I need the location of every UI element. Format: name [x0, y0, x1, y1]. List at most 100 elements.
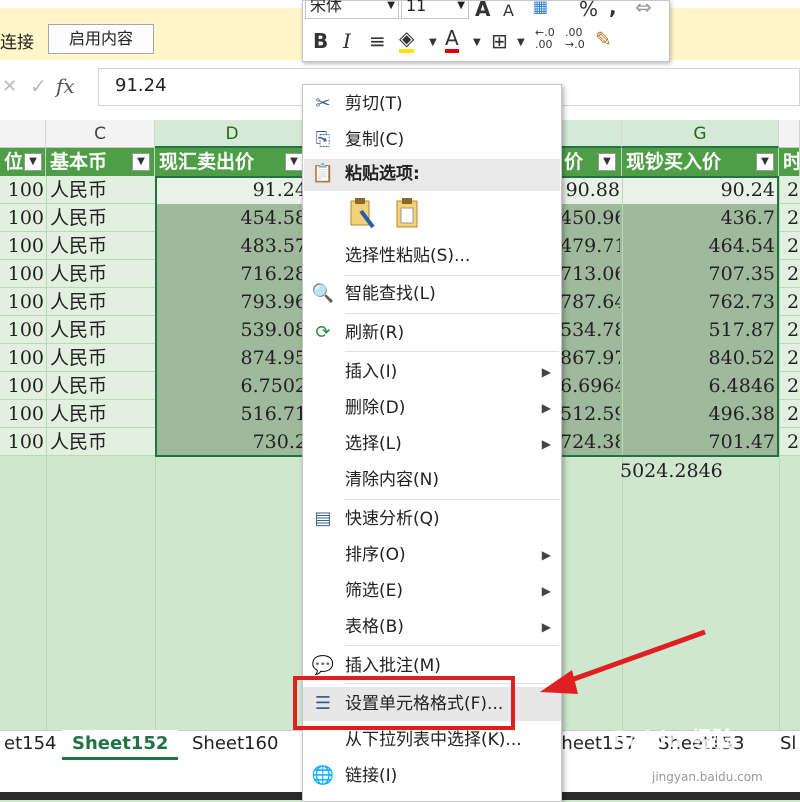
cell-unit[interactable]: 100 [0, 232, 44, 260]
cell-base-currency[interactable]: 人民币 [50, 176, 155, 204]
cell-spot-selling[interactable]: 539.08 [155, 316, 307, 344]
comma-icon[interactable]: , [609, 0, 617, 19]
cancel-icon[interactable]: ✕ [2, 76, 17, 97]
enable-content-button[interactable]: 启用内容 [48, 24, 154, 54]
cell-time[interactable]: 2 [787, 372, 800, 400]
cell-spot-selling[interactable]: 483.57 [155, 232, 307, 260]
cell-unit[interactable]: 100 [0, 344, 44, 372]
menu-item-delete[interactable]: 删除(D) ▶ [303, 391, 561, 425]
filter-dropdown-icon[interactable]: ▼ [598, 153, 616, 171]
percent-icon[interactable]: % [579, 0, 598, 21]
header-cell-base-currency[interactable]: 基本币 ▼ [46, 148, 155, 176]
menu-item-insert[interactable]: 插入(I) ▶ [303, 355, 561, 389]
merge-icon[interactable]: ⇔ [635, 0, 652, 19]
enter-icon[interactable]: ✓ [30, 74, 47, 98]
menu-item-quick-analysis[interactable]: ▤ 快速分析(Q) [303, 502, 561, 536]
cell-time[interactable]: 2 [787, 400, 800, 428]
column-header-d[interactable]: D [155, 120, 310, 148]
filter-dropdown-icon[interactable]: ▼ [756, 153, 774, 171]
cell-spot-selling[interactable]: 516.71 [155, 400, 307, 428]
menu-item-sort[interactable]: 排序(O) ▶ [303, 538, 561, 572]
cell-base-currency[interactable]: 人民币 [50, 204, 155, 232]
cell-unit[interactable]: 100 [0, 288, 44, 316]
cell-time[interactable]: 2 [787, 344, 800, 372]
cell-base-currency[interactable]: 人民币 [50, 428, 155, 456]
cell-spot-selling[interactable]: 874.95 [155, 344, 307, 372]
cell-base-currency[interactable]: 人民币 [50, 372, 155, 400]
fill-color-icon[interactable]: ◈ [399, 27, 415, 53]
column-header-g[interactable]: G [622, 120, 779, 148]
cell-unit[interactable]: 100 [0, 428, 44, 456]
cell-price[interactable]: 534.78 [560, 316, 620, 344]
cell-price[interactable]: 90.88 [560, 176, 620, 204]
menu-item-select[interactable]: 选择(L) ▶ [303, 427, 561, 461]
font-color-icon[interactable]: A [445, 27, 459, 53]
cell-cash-buying[interactable]: 90.24 [622, 176, 775, 204]
font-size-box[interactable]: 11 ▼ [401, 0, 469, 19]
cell-cash-buying[interactable]: 707.35 [622, 260, 775, 288]
italic-icon[interactable]: I [343, 29, 351, 53]
menu-item-cut[interactable]: ✂ 剪切(T) [303, 87, 561, 121]
fill-color-dropdown-icon[interactable]: ▼ [429, 31, 437, 55]
menu-item-filter[interactable]: 筛选(E) ▶ [303, 574, 561, 608]
sheet-tab[interactable]: et154 [0, 730, 67, 760]
sheet-tab[interactable]: Sheet160 [182, 730, 288, 760]
format-painter-icon[interactable]: ✎ [595, 27, 612, 51]
cell-time[interactable]: 2 [787, 260, 800, 288]
column-header-c[interactable]: C [46, 120, 155, 148]
cell-price[interactable]: 479.71 [560, 232, 620, 260]
font-name-box[interactable]: 宋体 ▼ [305, 0, 399, 19]
filter-dropdown-icon[interactable]: ▼ [24, 153, 42, 171]
cell-unit[interactable]: 100 [0, 400, 44, 428]
cell-price[interactable]: 6.6964 [560, 372, 620, 400]
cell-time[interactable]: 2 [787, 428, 800, 456]
cell-time[interactable]: 2 [787, 288, 800, 316]
cell-cash-buying[interactable]: 701.47 [622, 428, 775, 456]
cell-time[interactable]: 2 [787, 176, 800, 204]
header-cell-spot-selling[interactable]: 现汇卖出价 ▼ [155, 148, 310, 176]
cell-base-currency[interactable]: 人民币 [50, 344, 155, 372]
column-header-b[interactable] [0, 120, 46, 148]
cell-cash-buying[interactable]: 517.87 [622, 316, 775, 344]
cell-cash-buying[interactable]: 436.7 [622, 204, 775, 232]
cell-price[interactable]: 713.06 [560, 260, 620, 288]
borders-icon[interactable]: ⊞ [491, 29, 508, 53]
increase-decimal-icon[interactable]: ←.0.00 [535, 27, 555, 51]
header-cell-time[interactable]: 时 [779, 148, 800, 176]
cell-base-currency[interactable]: 人民币 [50, 288, 155, 316]
align-center-icon[interactable]: ≡ [369, 29, 386, 53]
cell-spot-selling[interactable]: 454.58 [155, 204, 307, 232]
cell-base-currency[interactable]: 人民币 [50, 260, 155, 288]
sum-cell[interactable]: 5024.2846 [620, 460, 723, 482]
menu-item-link[interactable]: 🌐 链接(I) [303, 759, 561, 793]
cell-spot-selling[interactable]: 716.28 [155, 260, 307, 288]
cell-spot-selling[interactable]: 793.96 [155, 288, 307, 316]
cell-cash-buying[interactable]: 496.38 [622, 400, 775, 428]
cell-cash-buying[interactable]: 6.4846 [622, 372, 775, 400]
filter-dropdown-icon[interactable]: ▼ [132, 153, 150, 171]
cell-base-currency[interactable]: 人民币 [50, 400, 155, 428]
currency-format-icon[interactable]: ▦ [533, 0, 548, 19]
cell-unit[interactable]: 100 [0, 372, 44, 400]
cell-time[interactable]: 2 [787, 204, 800, 232]
cell-cash-buying[interactable]: 762.73 [622, 288, 775, 316]
decrease-font-icon[interactable]: A [503, 0, 514, 23]
cell-price[interactable]: 450.96 [560, 204, 620, 232]
cell-price[interactable]: 724.38 [560, 428, 620, 456]
cell-spot-selling[interactable]: 91.24 [155, 176, 307, 204]
cell-spot-selling[interactable]: 6.7502 [155, 372, 307, 400]
column-header-h[interactable] [779, 120, 800, 148]
header-cell-price[interactable]: 价 ▼ [560, 148, 622, 176]
cell-cash-buying[interactable]: 464.54 [622, 232, 775, 260]
paste-formatting-icon[interactable] [347, 197, 377, 229]
menu-item-clear-contents[interactable]: 清除内容(N) [303, 463, 561, 497]
cell-time[interactable]: 2 [787, 316, 800, 344]
borders-dropdown-icon[interactable]: ▼ [517, 31, 525, 55]
column-header-f[interactable] [560, 120, 622, 148]
decrease-decimal-icon[interactable]: .00 →.0 [565, 27, 585, 51]
cell-price[interactable]: 867.97 [560, 344, 620, 372]
cell-price[interactable]: 787.64 [560, 288, 620, 316]
cell-unit[interactable]: 100 [0, 260, 44, 288]
menu-item-smart-lookup[interactable]: 🔍 智能查找(L) [303, 277, 561, 311]
cell-unit[interactable]: 100 [0, 316, 44, 344]
